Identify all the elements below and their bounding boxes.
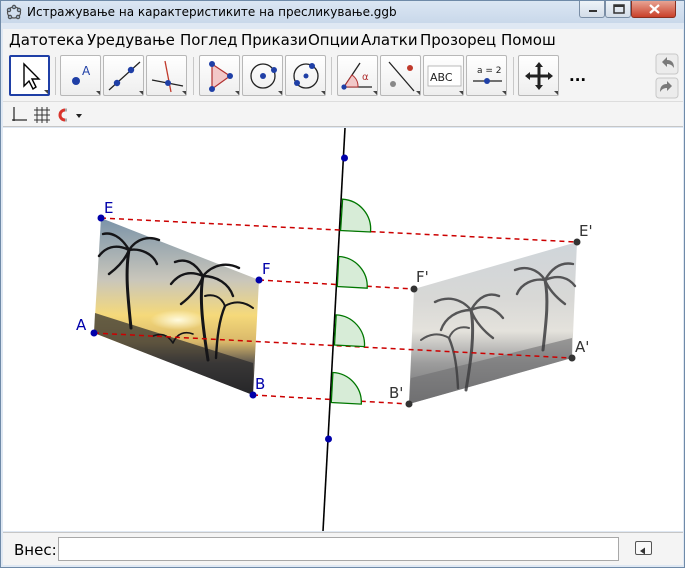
menu-help[interactable]: Помош <box>501 31 556 49</box>
style-bar <box>3 101 683 127</box>
circle-three-points-icon <box>293 63 325 95</box>
toolbar-separator <box>193 57 194 95</box>
geogebra-window: Истражување на карактеристиките на пресл… <box>0 0 685 568</box>
input-help-icon <box>640 547 645 555</box>
window-title: Истражување на карактеристиките на пресл… <box>27 5 397 19</box>
point-tool-button[interactable]: A <box>60 55 101 96</box>
toolbar-separator <box>331 57 332 95</box>
menu-perspectives[interactable]: Прикази <box>241 31 308 49</box>
reflect-tool-button[interactable] <box>380 55 421 96</box>
perpendicular-line-icon <box>151 60 186 95</box>
perpendicular-tool-button[interactable] <box>146 55 187 96</box>
input-help-button[interactable] <box>635 541 652 555</box>
move-tool-button[interactable] <box>9 55 50 96</box>
slider-icon: a = 2 <box>473 66 506 95</box>
toolbar-separator <box>513 57 514 95</box>
minimize-icon <box>589 10 597 12</box>
circle-center-point-icon <box>250 63 282 95</box>
polygon-icon <box>209 61 239 95</box>
point-capturing-icon[interactable] <box>56 106 84 124</box>
minimize-button[interactable] <box>579 1 605 18</box>
input-bar: Внес: <box>3 532 683 565</box>
close-icon <box>649 4 660 14</box>
move-graphics-view-icon <box>525 62 558 95</box>
menu-view[interactable]: Поглед <box>180 31 238 49</box>
menu-bar: Датотека Уредување Поглед Прикази Опции … <box>3 29 683 51</box>
label-E-prime: E' <box>579 222 593 240</box>
redo-icon[interactable] <box>655 77 679 99</box>
original-photo-image <box>94 218 259 395</box>
angle-marker-E[interactable] <box>339 198 372 233</box>
menu-file[interactable]: Датотека <box>9 31 84 49</box>
graphics-view[interactable]: E F A B E' F' A' B' <box>3 128 683 531</box>
more-tools-button[interactable]: ... <box>569 67 586 85</box>
undo-icon[interactable] <box>655 53 679 75</box>
new-point-icon: A <box>72 64 100 95</box>
polygon-tool-button[interactable] <box>199 55 240 96</box>
label-F-prime: F' <box>416 268 429 286</box>
input-field[interactable] <box>58 537 619 561</box>
move-graphics-view-tool-button[interactable] <box>518 55 559 96</box>
angle-marker-F[interactable] <box>336 255 368 289</box>
slider-tool-button[interactable]: a = 2 <box>466 55 507 96</box>
close-button[interactable] <box>631 1 676 18</box>
angle-tool-button[interactable]: α <box>337 55 378 96</box>
line-through-two-points-icon <box>108 61 143 95</box>
reflect-about-line-icon <box>388 61 420 95</box>
angle-marker-B[interactable] <box>330 371 362 405</box>
geometry-canvas[interactable]: E F A B E' F' A' B' <box>3 128 683 531</box>
svg-text:α: α <box>362 72 369 83</box>
label-B-prime: B' <box>389 384 403 402</box>
point-F-prime[interactable] <box>410 285 418 293</box>
circle-tool-button[interactable] <box>242 55 283 96</box>
mirror-line-point[interactable] <box>341 154 348 162</box>
mirror-line-point[interactable] <box>325 435 332 443</box>
label-A: A <box>76 316 87 334</box>
circle-three-points-tool-button[interactable] <box>285 55 326 96</box>
title-bar: Истражување на карактеристиките на пресл… <box>1 1 684 23</box>
label-B: B <box>255 375 265 393</box>
move-pointer-icon <box>23 62 48 94</box>
angle-marker-A[interactable] <box>333 314 366 348</box>
toolbar-separator <box>55 57 56 95</box>
input-label: Внес: <box>14 541 57 559</box>
menu-tools[interactable]: Алатки <box>361 31 418 49</box>
label-A-prime: A' <box>575 338 589 356</box>
menu-window[interactable]: Прозорец <box>420 31 496 49</box>
text-icon: ABC <box>427 65 463 95</box>
undo-redo-group <box>655 53 679 99</box>
menu-options[interactable]: Опции <box>308 31 359 49</box>
reflected-photo-image <box>409 242 577 404</box>
text-tool-button[interactable]: ABC <box>423 55 464 96</box>
label-E: E <box>104 199 113 217</box>
menu-edit[interactable]: Уредување <box>87 31 175 49</box>
point-B-prime[interactable] <box>405 400 413 408</box>
maximize-button[interactable] <box>605 1 631 18</box>
maximize-icon <box>613 4 625 14</box>
axes-icon[interactable] <box>10 106 28 124</box>
point-A[interactable] <box>90 329 98 337</box>
geogebra-app-icon <box>6 4 22 20</box>
grid-icon[interactable] <box>33 106 51 124</box>
line-tool-button[interactable] <box>103 55 144 96</box>
toolbar: A α ABC a = 2 ... <box>3 51 683 101</box>
svg-text:ABC: ABC <box>430 71 453 84</box>
svg-text:A: A <box>82 64 91 78</box>
angle-icon: α <box>341 62 377 95</box>
label-F: F <box>262 260 271 278</box>
svg-text:a = 2: a = 2 <box>477 66 502 76</box>
